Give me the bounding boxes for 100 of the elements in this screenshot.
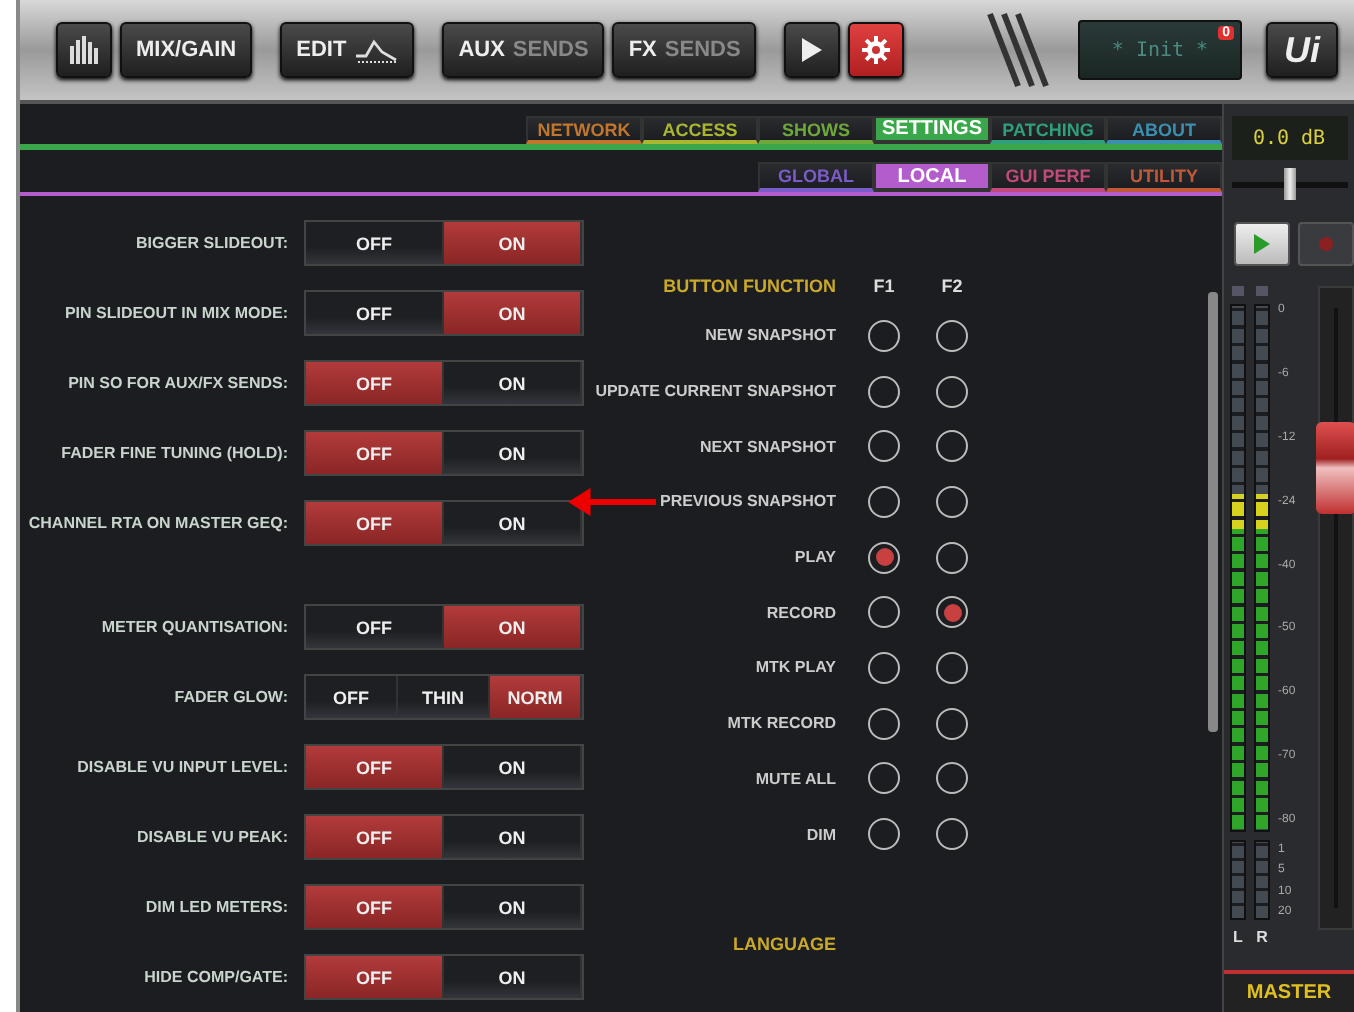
play-button[interactable]	[784, 22, 841, 78]
settings-button[interactable]	[848, 22, 905, 78]
channel-name: MASTER	[1224, 970, 1354, 1012]
toggle-option[interactable]: ON	[444, 222, 582, 264]
toggle-option[interactable]: OFF	[306, 606, 444, 648]
radio-button[interactable]	[936, 762, 968, 795]
play-icon	[800, 36, 825, 64]
setting-label: PIN SO FOR AUX/FX SENDS:	[66, 374, 288, 392]
toggle-option[interactable]: ON	[444, 362, 582, 404]
settings-icon	[862, 36, 891, 64]
reduction-meter	[1230, 840, 1246, 920]
radio-button[interactable]	[936, 596, 968, 629]
radio-button[interactable]	[868, 541, 900, 574]
toggle-option[interactable]: OFF	[306, 362, 444, 404]
mix-gain-button[interactable]: MIX/GAIN	[120, 22, 253, 78]
channel-label: R	[1256, 928, 1268, 946]
toggle-option[interactable]: ON	[444, 886, 582, 928]
annotation-arrow	[568, 488, 656, 516]
radio-button[interactable]	[868, 707, 900, 740]
sends-button[interactable]: AUX SENDS	[442, 22, 605, 78]
radio-button[interactable]	[868, 651, 900, 684]
eq-curve-icon	[354, 36, 399, 64]
toggle-option[interactable]: OFF	[306, 502, 444, 544]
toggle-option[interactable]: ON	[444, 956, 582, 998]
reduction-meter	[1254, 840, 1270, 920]
setting-label: FADER GLOW:	[172, 688, 288, 706]
bar-graph-icon	[68, 34, 100, 66]
column-header: F2	[939, 276, 965, 296]
sub-tab[interactable]: UTILITY	[1106, 162, 1222, 192]
toggle-option[interactable]: ON	[444, 816, 582, 858]
toggle-option[interactable]: THIN	[398, 676, 490, 718]
radio-button[interactable]	[868, 430, 900, 463]
radio-button[interactable]	[936, 485, 968, 518]
function-label: UPDATE CURRENT SNAPSHOT	[595, 382, 836, 401]
function-label: RECORD	[766, 603, 836, 622]
toggle-option[interactable]: OFF	[306, 816, 444, 858]
toggle-option[interactable]: ON	[444, 502, 582, 544]
toggle-option[interactable]: OFF	[306, 956, 444, 998]
radio-button[interactable]	[936, 707, 968, 740]
setting-label: FADER FINE TUNING (HOLD):	[59, 444, 288, 462]
radio-button[interactable]	[936, 319, 968, 352]
function-label: NEW SNAPSHOT	[705, 326, 836, 345]
setting-label: DIM LED METERS:	[143, 898, 288, 916]
function-label: NEXT SNAPSHOT	[699, 437, 836, 456]
pan-slider[interactable]	[1231, 166, 1347, 202]
function-label: PLAY	[794, 548, 836, 567]
master-fader[interactable]	[1318, 286, 1354, 930]
section-title: BUTTON FUNCTION	[661, 276, 836, 296]
radio-button[interactable]	[936, 430, 968, 463]
toggle-option[interactable]: ON	[444, 292, 582, 334]
radio-button[interactable]	[936, 651, 968, 684]
radio-button[interactable]	[868, 762, 900, 795]
play-button[interactable]	[1234, 222, 1290, 266]
logo-button[interactable]: Ui	[1266, 22, 1338, 78]
radio-button[interactable]	[936, 818, 968, 851]
radio-button[interactable]	[868, 818, 900, 851]
radio-button[interactable]	[936, 375, 968, 408]
function-label: MTK RECORD	[727, 714, 836, 733]
toggle-option[interactable]: ON	[444, 746, 582, 788]
function-label: DIM	[806, 825, 836, 844]
setting-label: METER QUANTISATION:	[99, 618, 288, 636]
toggle-option[interactable]: OFF	[306, 222, 444, 264]
sub-tab[interactable]: LOCAL	[874, 162, 990, 192]
function-label: MUTE ALL	[755, 769, 836, 788]
radio-button[interactable]	[868, 596, 900, 629]
toggle-option[interactable]: ON	[444, 606, 582, 648]
toggle-option[interactable]: OFF	[306, 676, 398, 718]
main-tab[interactable]: NETWORK	[526, 116, 642, 144]
radio-button[interactable]	[868, 319, 900, 352]
slash-lines-icon	[986, 10, 1054, 90]
display-text: * Init *	[1111, 39, 1209, 61]
meters-button[interactable]	[56, 22, 112, 78]
sub-tab[interactable]: GLOBAL	[758, 162, 874, 192]
toggle-option[interactable]: NORM	[490, 676, 582, 718]
sub-tab[interactable]: GUI PERF	[990, 162, 1106, 192]
record-icon	[1318, 236, 1334, 252]
radio-button[interactable]	[868, 375, 900, 408]
radio-button[interactable]	[936, 541, 968, 574]
edit-button[interactable]: EDIT	[280, 22, 415, 78]
channel-label: L	[1233, 928, 1243, 946]
setting-label: HIDE COMP/GATE:	[142, 968, 288, 986]
setting-label: BIGGER SLIDEOUT:	[133, 234, 288, 252]
toggle-option[interactable]: ON	[444, 432, 582, 474]
scrollbar[interactable]	[1208, 292, 1218, 732]
toggle-option[interactable]: OFF	[306, 886, 444, 928]
main-tab[interactable]: ABOUT	[1106, 116, 1222, 144]
main-tab[interactable]: PATCHING	[990, 116, 1106, 144]
setting-label: PIN SLIDEOUT IN MIX MODE:	[62, 304, 288, 322]
setting-label: DISABLE VU INPUT LEVEL:	[75, 758, 288, 776]
sends-button[interactable]: FX SENDS	[612, 22, 757, 78]
setting-label: CHANNEL RTA ON MASTER GEQ:	[26, 514, 288, 532]
setting-label: DISABLE VU PEAK:	[134, 828, 288, 846]
function-label: MTK PLAY	[755, 658, 836, 677]
main-tab[interactable]: SHOWS	[758, 116, 874, 144]
radio-button[interactable]	[868, 485, 900, 518]
toggle-option[interactable]: OFF	[306, 292, 444, 334]
main-tab[interactable]: ACCESS	[642, 116, 758, 144]
toggle-option[interactable]: OFF	[306, 746, 444, 788]
function-label: PREVIOUS SNAPSHOT	[659, 492, 836, 511]
toggle-option[interactable]: OFF	[306, 432, 444, 474]
